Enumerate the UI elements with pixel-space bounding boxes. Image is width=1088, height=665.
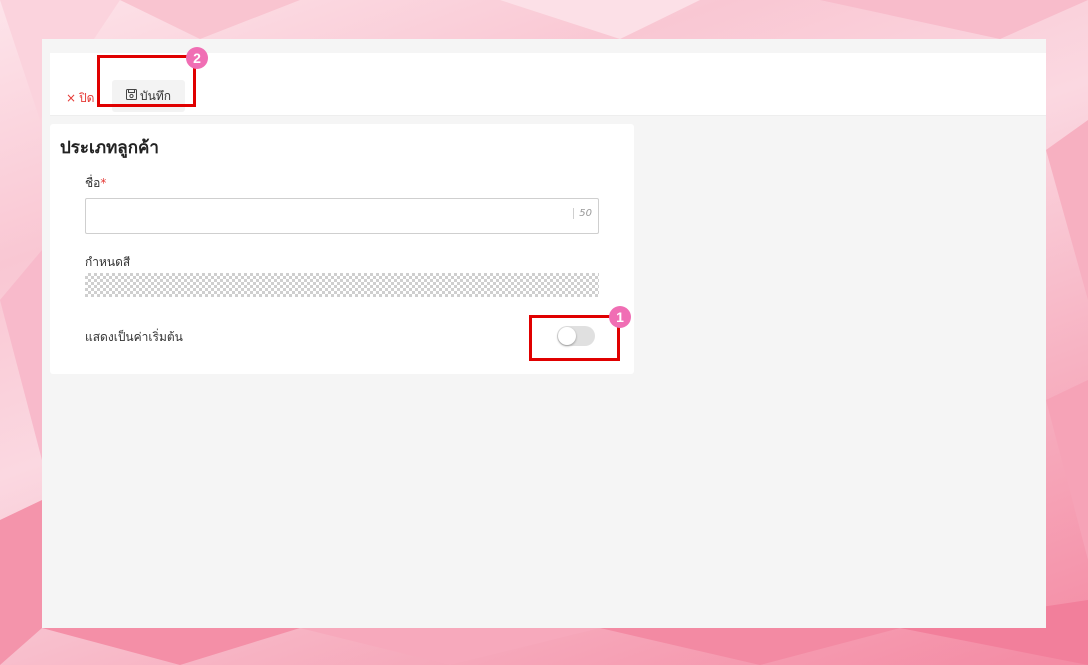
- step-badge-1: 1: [609, 306, 631, 328]
- step-badge-2: 2: [186, 47, 208, 69]
- close-button-label: ปิด: [79, 90, 95, 105]
- close-icon: ×: [66, 91, 77, 105]
- save-button[interactable]: บันทึก: [112, 80, 185, 112]
- close-button[interactable]: × ปิด: [66, 87, 94, 109]
- default-toggle-label: แสดงเป็นค่าเริ่มต้น: [85, 330, 183, 344]
- color-field-label: กำหนดสี: [85, 255, 131, 269]
- name-field[interactable]: 50: [85, 198, 599, 234]
- save-button-label: บันทึก: [140, 88, 171, 103]
- name-input[interactable]: [92, 199, 566, 233]
- default-toggle[interactable]: [557, 326, 595, 346]
- color-picker[interactable]: [85, 273, 599, 297]
- required-mark: *: [100, 176, 107, 190]
- customer-type-form: ประเภทลูกค้า ชื่อ* 50 กำหนดสี แสดงเป็นค่…: [50, 124, 634, 374]
- char-limit-counter: 50: [573, 208, 592, 219]
- name-field-label: ชื่อ*: [85, 176, 107, 190]
- app-window: × ปิด บันทึก ประเภทลูกค้า ชื่อ* 50 กำหนด…: [42, 39, 1046, 628]
- form-title: ประเภทลูกค้า: [60, 138, 159, 158]
- save-icon: [126, 89, 137, 103]
- toggle-knob: [558, 327, 576, 345]
